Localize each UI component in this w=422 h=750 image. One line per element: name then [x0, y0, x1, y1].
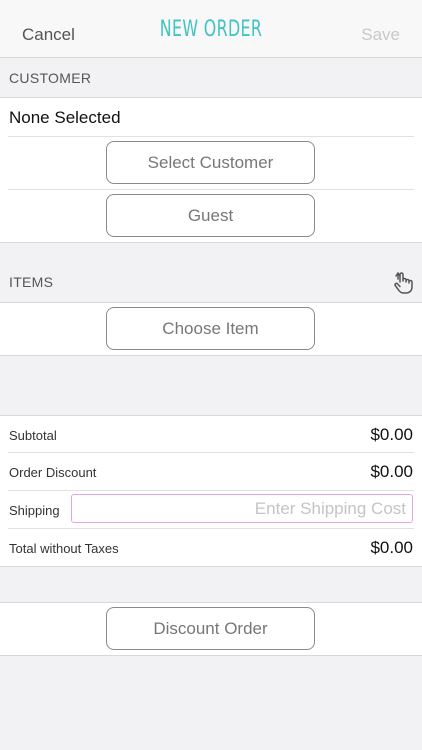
divider — [8, 452, 414, 453]
divider — [0, 97, 422, 98]
shipping-label: Shipping — [9, 503, 60, 518]
shipping-cost-input[interactable]: Enter Shipping Cost — [71, 494, 413, 523]
divider — [0, 602, 422, 603]
divider — [0, 566, 422, 567]
items-section-header: ITEMS — [0, 243, 422, 302]
divider — [0, 355, 422, 356]
page-title: NEW ORDER — [159, 17, 263, 42]
divider — [0, 655, 422, 656]
selected-customer-text: None Selected — [9, 108, 121, 127]
customer-section-header: CUSTOMER — [0, 58, 422, 97]
subtotal-label: Subtotal — [9, 428, 57, 443]
totals-section: Subtotal $0.00 Order Discount $0.00 Ship… — [0, 415, 422, 567]
discount-order-button[interactable]: Discount Order — [106, 607, 315, 650]
divider — [8, 136, 414, 137]
select-customer-button[interactable]: Select Customer — [106, 141, 315, 184]
items-section: Choose Item — [0, 302, 422, 356]
customer-header-label: CUSTOMER — [9, 70, 92, 86]
divider — [8, 490, 414, 491]
customer-section: None Selected Select Customer Guest — [0, 97, 422, 243]
total-without-taxes-label: Total without Taxes — [9, 541, 119, 556]
total-without-taxes-value: $0.00 — [370, 538, 413, 557]
hand-pointer-icon[interactable] — [392, 270, 414, 294]
save-button[interactable]: Save — [361, 25, 400, 45]
discount-section: Discount Order — [0, 602, 422, 656]
items-header-label: ITEMS — [9, 274, 54, 290]
choose-item-button[interactable]: Choose Item — [106, 307, 315, 350]
navigation-bar: Cancel NEW ORDER Save — [0, 0, 422, 58]
divider — [0, 415, 422, 416]
order-discount-label: Order Discount — [9, 465, 97, 480]
divider — [8, 528, 414, 529]
guest-button[interactable]: Guest — [106, 194, 315, 237]
divider — [0, 302, 422, 303]
subtotal-value: $0.00 — [370, 425, 413, 444]
divider — [8, 189, 414, 190]
order-discount-value: $0.00 — [370, 462, 413, 481]
